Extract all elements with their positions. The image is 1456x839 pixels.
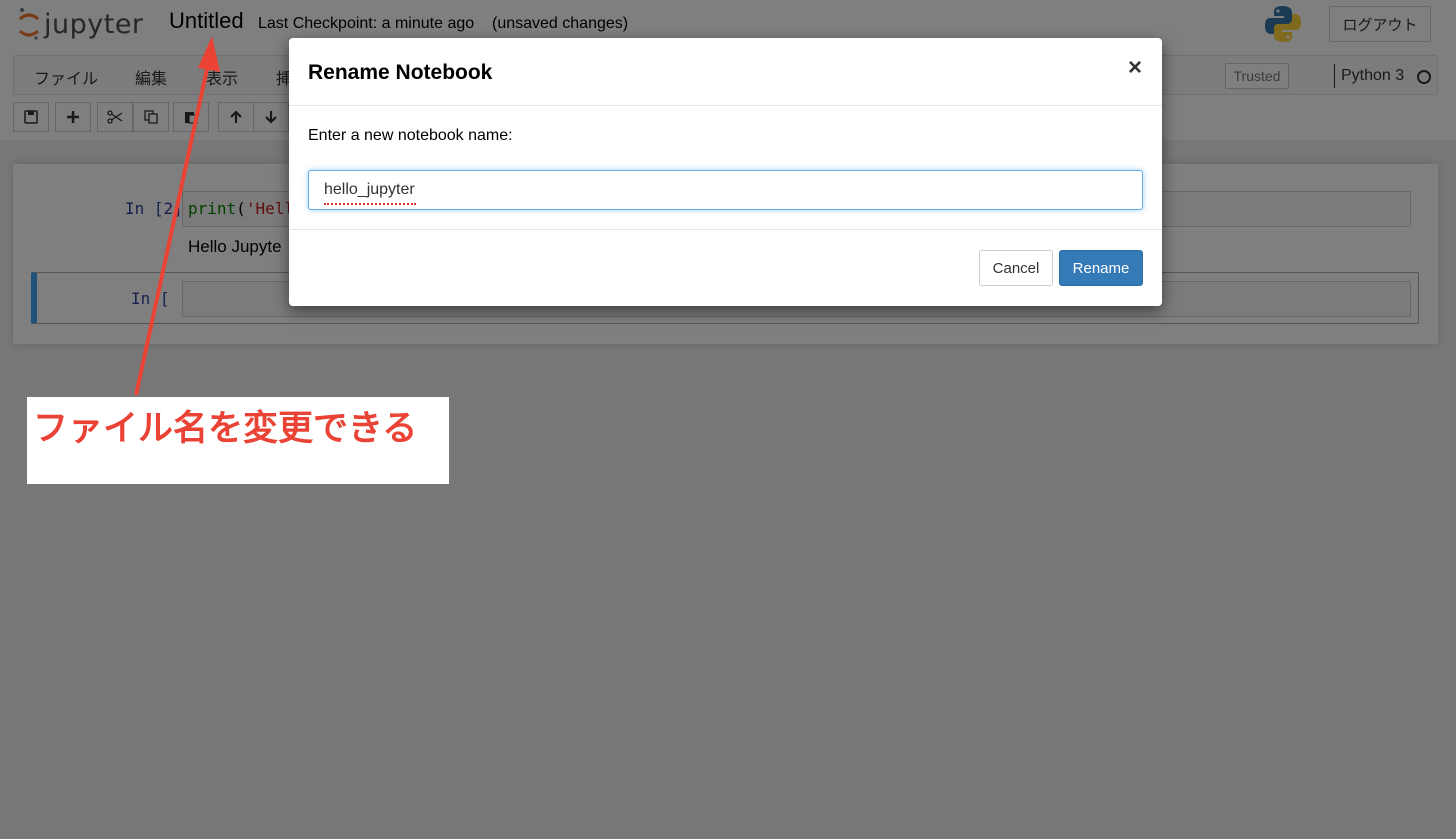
rename-notebook-dialog: Rename Notebook × Enter a new notebook n… [289, 38, 1162, 306]
modal-header: Rename Notebook × [289, 38, 1162, 106]
notebook-name-label: Enter a new notebook name: [308, 127, 513, 144]
rename-button[interactable]: Rename [1059, 250, 1143, 286]
close-icon[interactable]: × [1128, 56, 1142, 80]
modal-body: Enter a new notebook name: [289, 106, 1162, 230]
notebook-name-input[interactable] [308, 170, 1143, 210]
spellcheck-underline [324, 203, 416, 205]
annotation-text: ファイル名を変更できる [33, 409, 418, 449]
modal-title: Rename Notebook [308, 61, 493, 84]
annotation-box: ファイル名を変更できる [27, 397, 449, 484]
cancel-button[interactable]: Cancel [979, 250, 1053, 286]
